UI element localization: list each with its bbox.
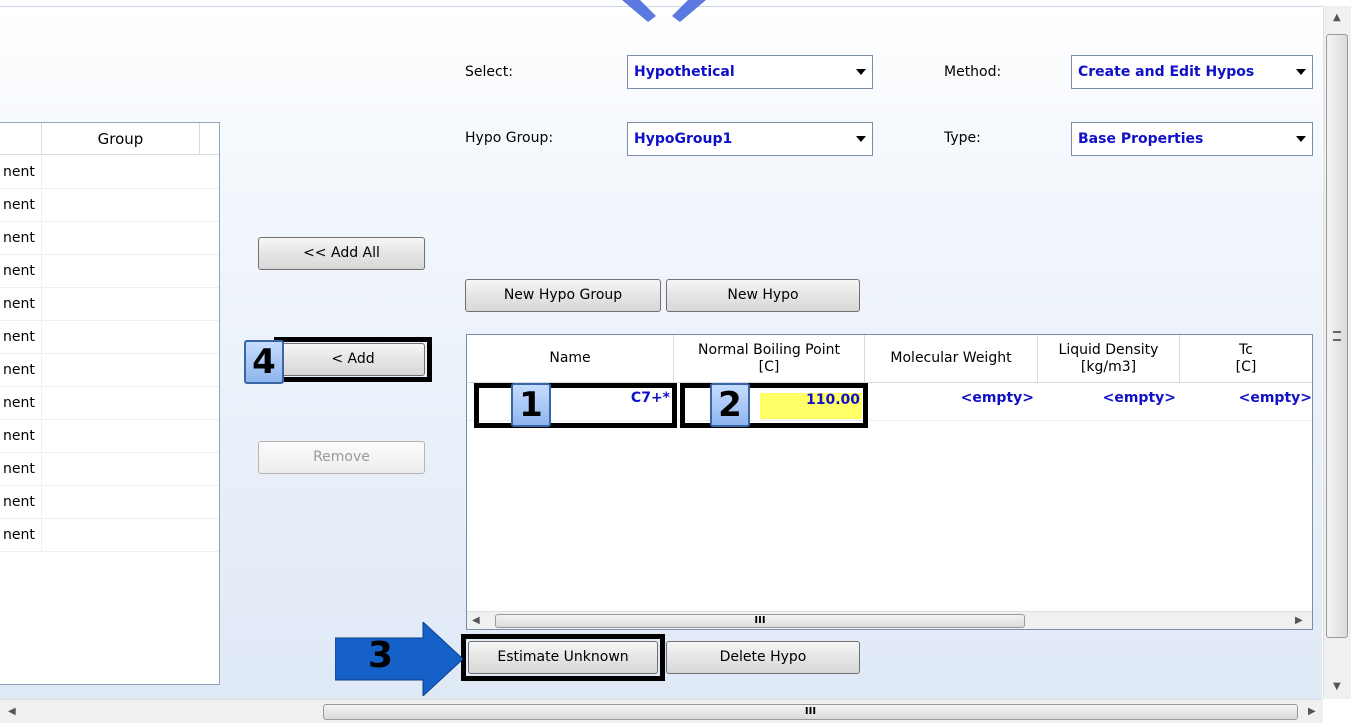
select-label: Select: — [465, 64, 513, 80]
grid-cell-nbp-value[interactable]: 110.00 — [760, 393, 862, 419]
bottom-horizontal-scrollbar[interactable]: ◀ III ▶ — [0, 699, 1323, 723]
list-item[interactable]: nent — [0, 255, 219, 288]
top-arrow-fragment-left — [622, 0, 656, 22]
method-dropdown[interactable]: Create and Edit Hypos — [1071, 55, 1313, 89]
chevron-down-icon — [1296, 69, 1306, 75]
list-item[interactable]: nent — [0, 453, 219, 486]
chevron-down-icon — [1296, 136, 1306, 142]
grid-scroll-thumb[interactable]: III — [495, 614, 1025, 628]
grid-cell-tc[interactable]: <empty> — [1180, 383, 1312, 421]
method-value: Create and Edit Hypos — [1078, 64, 1255, 80]
type-label: Type: — [944, 130, 981, 146]
remove-button[interactable]: Remove — [258, 441, 425, 474]
callout-3-arrow — [335, 622, 463, 696]
hypo-grid[interactable]: Name Normal Boiling Point [C] Molecular … — [466, 334, 1313, 630]
scroll-left-icon[interactable]: ◀ — [8, 706, 16, 717]
scroll-right-icon[interactable]: ▶ — [1295, 615, 1303, 626]
grid-horizontal-scrollbar[interactable]: ◀ III ▶ — [467, 611, 1312, 629]
grid-cell-molecular-weight[interactable]: <empty> — [865, 383, 1038, 421]
scroll-up-icon[interactable]: ▲ — [1333, 12, 1341, 23]
new-hypo-button[interactable]: New Hypo — [666, 279, 860, 312]
list-item[interactable]: nent — [0, 354, 219, 387]
list-item[interactable]: nent — [0, 321, 219, 354]
list-item[interactable]: nent — [0, 189, 219, 222]
type-value: Base Properties — [1078, 131, 1204, 147]
name-cell-highlight — [474, 383, 677, 428]
select-value: Hypothetical — [634, 64, 735, 80]
list-item[interactable]: nent — [0, 486, 219, 519]
hypo-group-dropdown[interactable]: HypoGroup1 — [627, 122, 873, 156]
scroll-down-icon[interactable]: ▼ — [1333, 681, 1341, 692]
callout-1: 1 — [511, 383, 551, 427]
add-button[interactable]: < Add — [281, 343, 425, 376]
component-list[interactable]: Group nent nent nent nent nent nent nent… — [0, 122, 220, 685]
callout-4: 4 — [244, 340, 284, 384]
scroll-right-icon[interactable]: ▶ — [1308, 706, 1316, 717]
component-list-header: Group — [0, 123, 219, 155]
scroll-left-icon[interactable]: ◀ — [472, 615, 480, 626]
method-label: Method: — [944, 64, 1002, 80]
vertical-scroll-thumb[interactable] — [1326, 34, 1348, 638]
grid-header-molecular-weight: Molecular Weight — [865, 335, 1038, 383]
list-header-col1 — [0, 123, 42, 155]
list-header-group: Group — [42, 123, 200, 155]
grip-icon — [1333, 331, 1341, 341]
top-arrow-fragment-right — [672, 0, 706, 22]
hypo-group-label: Hypo Group: — [465, 130, 554, 146]
grid-cell-liquid-density[interactable]: <empty> — [1038, 383, 1180, 421]
type-dropdown[interactable]: Base Properties — [1071, 122, 1313, 156]
list-item[interactable]: nent — [0, 288, 219, 321]
chevron-down-icon — [856, 136, 866, 142]
grid-header-liquid-density: Liquid Density [kg/m3] — [1038, 335, 1180, 383]
list-item[interactable]: nent — [0, 222, 219, 255]
estimate-unknown-button[interactable]: Estimate Unknown — [468, 641, 658, 674]
select-dropdown[interactable]: Hypothetical — [627, 55, 873, 89]
new-hypo-group-button[interactable]: New Hypo Group — [465, 279, 661, 312]
chevron-down-icon — [856, 69, 866, 75]
list-item[interactable]: nent — [0, 519, 219, 552]
add-all-button[interactable]: << Add All — [258, 237, 425, 270]
grid-header-normal-boiling-point: Normal Boiling Point [C] — [674, 335, 865, 383]
hypo-group-value: HypoGroup1 — [634, 131, 733, 147]
callout-3: 3 — [368, 635, 394, 676]
vertical-scrollbar[interactable]: ▲ ▼ — [1323, 6, 1351, 699]
grid-header-tc: Tc [C] — [1180, 335, 1312, 383]
bottom-scroll-thumb[interactable]: III — [323, 704, 1298, 720]
list-item[interactable]: nent — [0, 387, 219, 420]
list-item[interactable]: nent — [0, 156, 219, 189]
grid-header-name: Name — [467, 335, 674, 383]
delete-hypo-button[interactable]: Delete Hypo — [666, 641, 860, 674]
list-item[interactable]: nent — [0, 420, 219, 453]
callout-2: 2 — [710, 383, 750, 427]
